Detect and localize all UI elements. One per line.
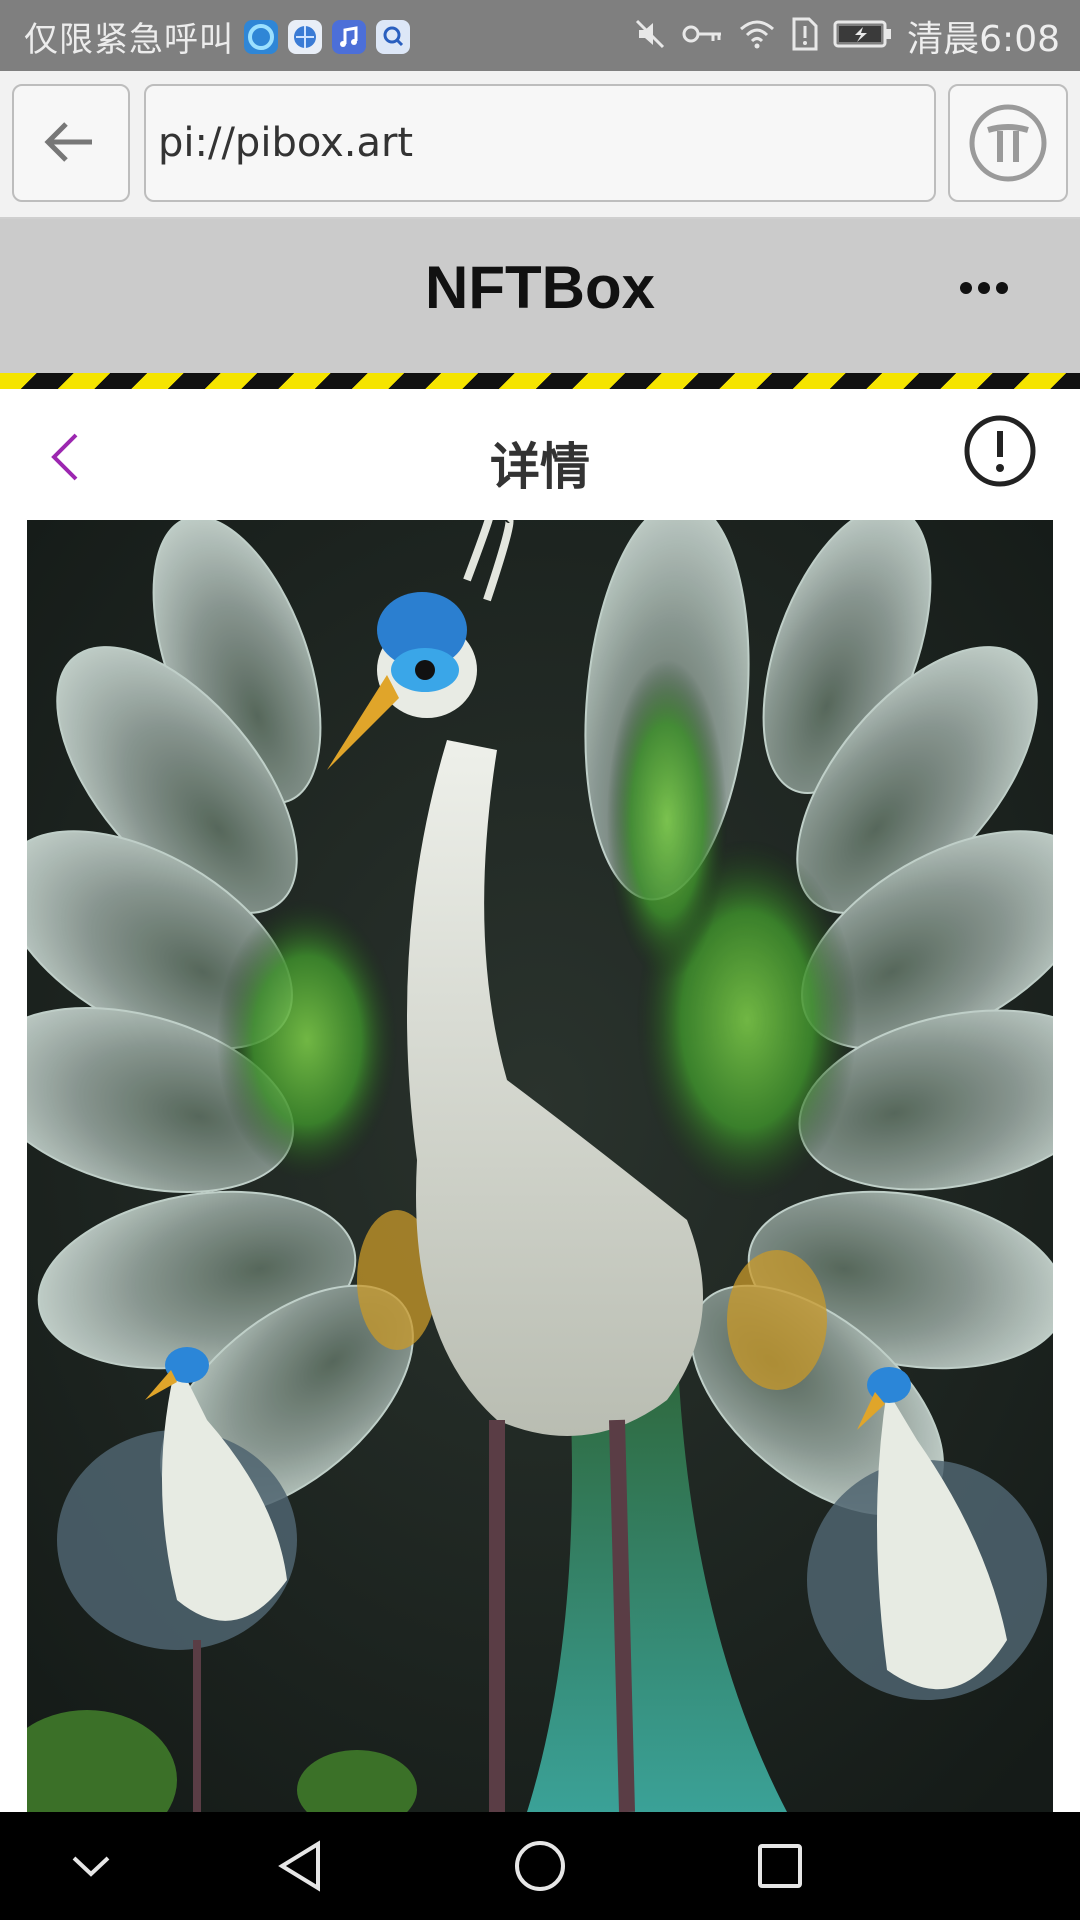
url-field[interactable]: pi://pibox.art — [144, 84, 936, 202]
key-icon — [681, 17, 723, 55]
carrier-text: 仅限紧急呼叫 — [24, 20, 234, 60]
browser-toolbar: pi://pibox.art — [0, 71, 1080, 219]
more-horizontal-icon — [960, 282, 1008, 294]
hazard-stripe-divider — [0, 373, 1080, 389]
arrow-left-icon — [44, 122, 92, 162]
page-header: 详情 — [0, 389, 1080, 519]
globe-app-icon — [288, 19, 322, 54]
pi-logo-icon — [969, 104, 1047, 182]
nav-recents-button[interactable] — [752, 1838, 808, 1898]
info-circle-icon — [964, 415, 1036, 487]
nav-home-button[interactable] — [512, 1838, 568, 1898]
app-title: NFTBox — [425, 254, 655, 321]
nft-artwork-image[interactable] — [27, 520, 1053, 1812]
wifi-icon — [737, 17, 777, 55]
page-title: 详情 — [490, 438, 590, 496]
info-button[interactable] — [962, 413, 1038, 493]
pi-browser-button[interactable] — [948, 84, 1068, 202]
battery-charging-icon — [833, 17, 893, 55]
nav-collapse-button[interactable] — [66, 1838, 116, 1898]
browser-back-button[interactable] — [12, 84, 130, 202]
sim-alert-icon — [791, 16, 819, 56]
app-header: NFTBox — [0, 219, 1080, 373]
home-circle-icon — [515, 1841, 565, 1891]
search-app-icon — [376, 19, 410, 54]
status-bar: 仅限紧急呼叫 清晨6:08 — [0, 0, 1080, 71]
clock: 清晨6:08 — [907, 19, 1060, 60]
mute-icon — [633, 17, 667, 55]
peacock-illustration — [27, 520, 1053, 1812]
back-triangle-icon — [278, 1840, 320, 1892]
browser-swirl-icon — [244, 19, 278, 54]
nav-back-button[interactable] — [272, 1838, 328, 1898]
system-nav-bar — [0, 1812, 1080, 1920]
more-menu-button[interactable] — [958, 268, 1010, 312]
recents-square-icon — [758, 1844, 802, 1888]
music-app-icon — [332, 19, 366, 54]
chevron-down-icon — [72, 1856, 110, 1877]
